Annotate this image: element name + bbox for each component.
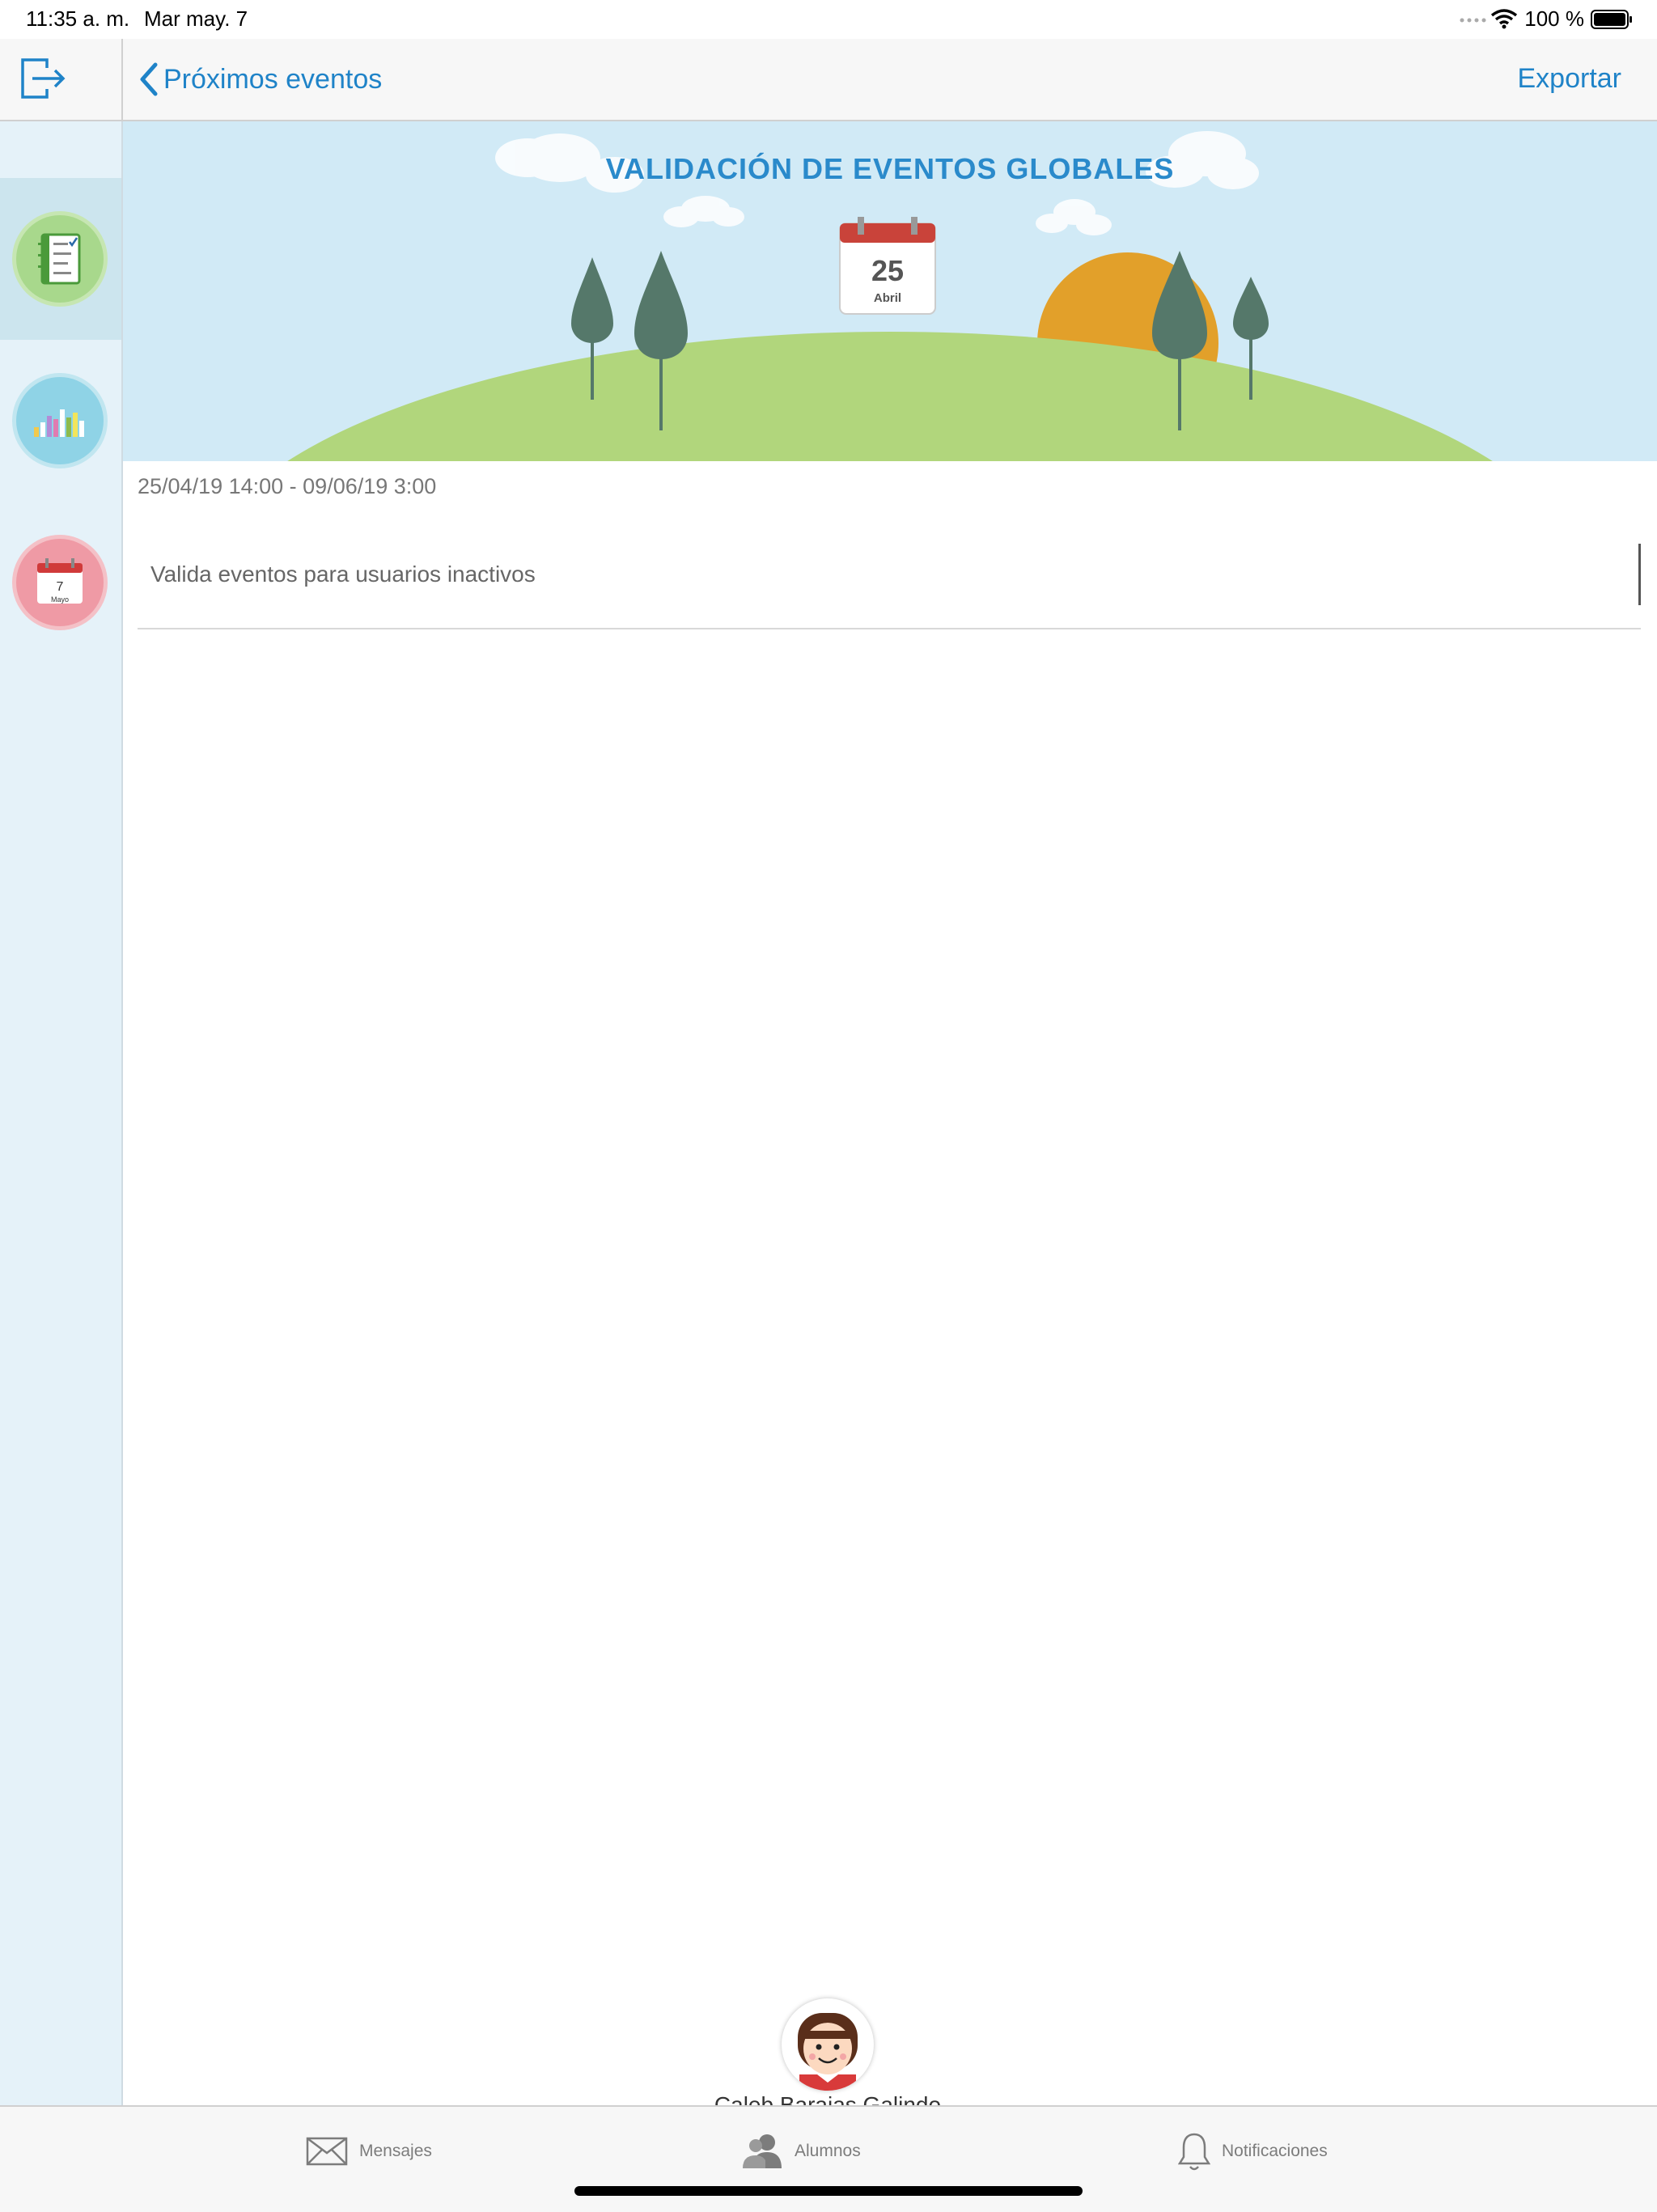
banner-title: VALIDACIÓN DE EVENTOS GLOBALES xyxy=(605,152,1175,185)
sidebar-calendar-day: 7 xyxy=(56,580,64,594)
bar-chart-icon xyxy=(34,409,84,437)
sidebar-item-calendar[interactable]: 7 Mayo xyxy=(0,502,121,663)
sidebar-circle xyxy=(16,215,104,303)
tab-alumnos[interactable]: Alumnos xyxy=(741,2131,861,2172)
tab-bar: Mensajes Alumnos Notificaciones xyxy=(0,2105,1657,2212)
event-date-range: 25/04/19 14:00 - 09/06/19 3:00 xyxy=(138,474,437,498)
sidebar-calendar-month: Mayo xyxy=(50,595,69,604)
navigation-bar: Próximos eventos Exportar xyxy=(0,39,1657,121)
tab-mensajes[interactable]: Mensajes xyxy=(306,2131,432,2172)
sidebar-circle xyxy=(16,377,104,464)
chevron-left-icon xyxy=(140,62,158,96)
tab-notificaciones[interactable]: Notificaciones xyxy=(1178,2131,1328,2172)
tab-label: Alumnos xyxy=(795,2142,861,2160)
battery-icon xyxy=(1591,10,1632,29)
back-button-label: Próximos eventos xyxy=(163,63,383,95)
scroll-indicator xyxy=(1638,544,1641,605)
sidebar-item-stats[interactable] xyxy=(0,340,121,502)
export-button[interactable]: Exportar xyxy=(1518,63,1622,95)
envelope-icon xyxy=(306,2137,348,2166)
wifi-icon xyxy=(1490,9,1518,29)
logout-icon[interactable] xyxy=(16,55,70,102)
avatar[interactable] xyxy=(782,1998,874,2091)
battery-percent: 100 % xyxy=(1524,6,1584,31)
hill xyxy=(287,332,1493,461)
tab-label: Notificaciones xyxy=(1222,2142,1328,2160)
sidebar: 7 Mayo xyxy=(0,121,123,2105)
banner-calendar-day: 25 xyxy=(871,254,905,287)
users-icon xyxy=(743,2134,782,2168)
status-bar: 11:35 a. m. Mar may. 7 100 % xyxy=(0,0,1657,39)
sidebar-circle: 7 Mayo xyxy=(16,539,104,626)
bell-icon xyxy=(1178,2133,1210,2171)
checklist-icon xyxy=(38,233,81,285)
event-description-row[interactable]: Valida eventos para usuarios inactivos xyxy=(138,544,1641,629)
cellular-signal-icon xyxy=(1460,18,1486,23)
sidebar-item-tasks[interactable] xyxy=(0,178,121,340)
back-button[interactable]: Próximos eventos xyxy=(139,57,382,102)
banner-calendar-month: Abril xyxy=(873,291,902,305)
banner: VALIDACIÓN DE EVENTOS GLOBALES 25 Abril xyxy=(123,121,1657,461)
status-date: Mar may. 7 xyxy=(144,6,248,31)
event-description: Valida eventos para usuarios inactivos xyxy=(150,561,536,587)
nav-divider xyxy=(121,39,123,120)
user-avatar-icon xyxy=(798,2013,858,2091)
home-indicator[interactable] xyxy=(574,2186,1083,2196)
tab-label: Mensajes xyxy=(359,2142,432,2160)
status-time: 11:35 a. m. xyxy=(26,6,130,31)
user-name: Caleb Barajas Galindo xyxy=(714,2092,942,2105)
